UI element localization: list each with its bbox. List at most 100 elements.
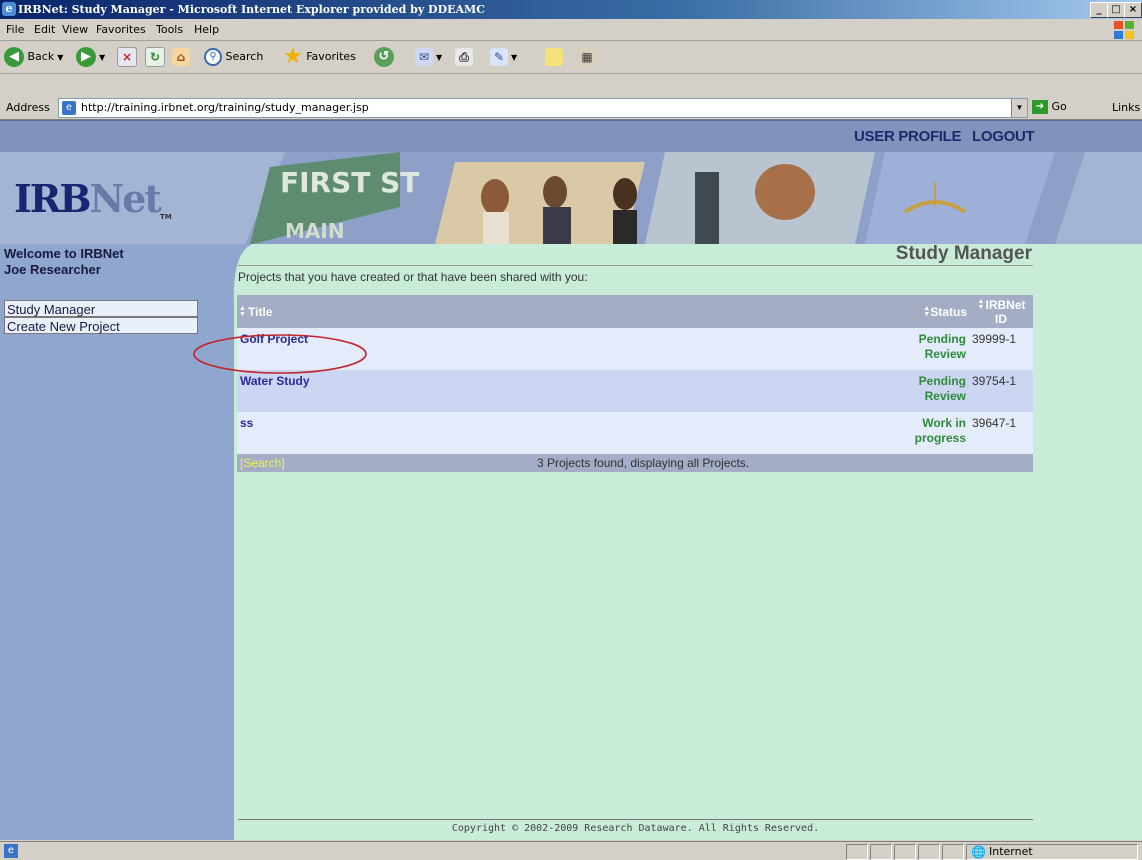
address-bar: Address e http://training.irbnet.org/tra…: [0, 97, 1142, 120]
zone-panel: 🌐 Internet: [966, 844, 1138, 860]
notes-icon: [545, 48, 563, 66]
windows-logo-icon: [1114, 21, 1136, 39]
projects-table: ▲ ▼ Title ▲ ▼Status ▲ ▼IRBNet ID Golf Projec…: [237, 295, 1033, 472]
favorites-label: Favorites: [306, 50, 356, 63]
table-row[interactable]: Water Study Pending Review 39754-1: [237, 370, 1033, 412]
go-label: Go: [1051, 100, 1067, 113]
address-input[interactable]: e http://training.irbnet.org/training/st…: [58, 98, 1028, 118]
satellite-photo: [865, 152, 1055, 244]
close-button[interactable]: ×: [1124, 2, 1142, 18]
page-title: Study Manager: [895, 243, 1032, 264]
back-arrow-icon: ◀: [4, 47, 24, 67]
search-label: Search: [225, 50, 264, 63]
forward-arrow-icon: ▶: [76, 47, 96, 67]
page-viewport: USER PROFILE LOGOUT IRBNetTM FIRST ST MA…: [0, 120, 1142, 840]
column-irbnet-id[interactable]: ▲ ▼IRBNet ID: [969, 295, 1033, 328]
table-row[interactable]: ss Work in progress 39647-1: [237, 412, 1033, 454]
status-bar: e 🌐 Internet: [0, 841, 1142, 860]
user-profile-link[interactable]: USER PROFILE: [854, 128, 962, 145]
project-id: 39999-1: [969, 328, 1033, 370]
edit-button[interactable]: ✎ ▼: [490, 45, 517, 69]
page-icon: e: [62, 101, 76, 115]
toolbar: ◀ Back ▼ ▶ ▼ × ↻ ⌂ ⚲ Search ★ Favorites ↺ …: [0, 41, 1142, 74]
stop-icon: ×: [117, 47, 137, 67]
print-icon: ⎙: [455, 48, 473, 66]
mail-icon: ✉: [415, 48, 433, 66]
header-banner: IRBNetTM FIRST ST MAIN: [0, 152, 1142, 244]
column-title[interactable]: ▲ ▼ Title: [237, 295, 903, 328]
minimize-button[interactable]: _: [1090, 2, 1108, 18]
history-button[interactable]: ↺: [374, 45, 394, 69]
edit-page-icon: ✎: [490, 48, 508, 66]
go-button[interactable]: ➔ Go: [1032, 98, 1067, 116]
irbnet-logo: IRBNetTM: [14, 176, 172, 221]
project-status: Pending Review: [903, 370, 969, 412]
page-status-icon: e: [4, 844, 18, 858]
footer-divider: [238, 819, 1033, 820]
globe-icon: 🌐: [971, 845, 986, 859]
address-url: http://training.irbnet.org/training/stud…: [81, 101, 369, 114]
welcome-text: Welcome to IRBNet: [4, 246, 124, 261]
project-id: 39754-1: [969, 370, 1033, 412]
star-icon: ★: [283, 44, 303, 69]
address-dropdown-icon[interactable]: ▼: [1011, 99, 1027, 117]
maximize-button[interactable]: □: [1107, 2, 1125, 18]
banner-photo-strip: FIRST ST MAIN: [245, 152, 1085, 244]
window-title: IRBNet: Study Manager - Microsoft Intern…: [18, 3, 485, 16]
ie-icon: e: [2, 2, 16, 16]
project-title-link[interactable]: ss: [237, 412, 903, 454]
home-button[interactable]: ⌂: [172, 45, 190, 69]
zone-label: Internet: [989, 845, 1033, 858]
svg-text:FIRST ST: FIRST ST: [280, 166, 419, 199]
favorites-button[interactable]: ★ Favorites: [283, 45, 356, 69]
menu-view[interactable]: View: [62, 23, 88, 36]
notes-button[interactable]: [545, 45, 563, 69]
print-button[interactable]: ⎙: [455, 45, 473, 69]
sort-icon: ▲ ▼: [239, 305, 246, 319]
research-button[interactable]: ▦: [578, 45, 596, 69]
table-header-row: ▲ ▼ Title ▲ ▼Status ▲ ▼IRBNet ID: [237, 295, 1033, 328]
back-button[interactable]: ◀ Back ▼: [4, 45, 63, 69]
sidebar: Welcome to IRBNet Joe Researcher Study M…: [0, 244, 212, 840]
address-label: Address: [6, 101, 50, 114]
menu-file[interactable]: File: [6, 23, 24, 36]
window-titlebar: e IRBNet: Study Manager - Microsoft Inte…: [0, 0, 1142, 19]
sort-icon: ▲ ▼: [923, 305, 931, 319]
results-summary: 3 Projects found, displaying all Project…: [537, 456, 750, 470]
history-icon: ↺: [374, 47, 394, 67]
menu-bar: File Edit View Favorites Tools Help: [0, 20, 1142, 41]
back-label: Back: [27, 50, 55, 63]
sidebar-item-study-manager[interactable]: Study Manager: [4, 300, 198, 317]
stop-button[interactable]: ×: [117, 45, 137, 69]
logout-link[interactable]: LOGOUT: [972, 128, 1035, 145]
search-link[interactable]: [Search]: [240, 456, 285, 470]
search-icon: ⚲: [204, 48, 222, 66]
top-nav: USER PROFILE LOGOUT: [0, 120, 1142, 152]
search-button[interactable]: ⚲ Search: [204, 45, 263, 69]
mail-button[interactable]: ✉ ▼: [415, 45, 442, 69]
menu-tools[interactable]: Tools: [156, 23, 183, 36]
project-status: Pending Review: [903, 328, 969, 370]
table-footer-row: [Search] 3 Projects found, displaying al…: [237, 454, 1033, 472]
research-icon: ▦: [578, 48, 596, 66]
copyright-text: Copyright © 2002-2009 Research Dataware.…: [451, 823, 820, 834]
annotation-circle: [193, 334, 367, 374]
project-id: 39647-1: [969, 412, 1033, 454]
go-arrow-icon: ➔: [1032, 100, 1048, 114]
user-name: Joe Researcher: [4, 262, 101, 277]
project-status: Work in progress: [903, 412, 969, 454]
menu-edit[interactable]: Edit: [34, 23, 55, 36]
intro-text: Projects that you have created or that h…: [238, 270, 588, 284]
sidebar-item-create-new-project[interactable]: Create New Project: [4, 317, 198, 334]
home-icon: ⌂: [172, 48, 190, 66]
forward-button[interactable]: ▶ ▼: [76, 45, 105, 69]
menu-help[interactable]: Help: [194, 23, 219, 36]
title-divider: [238, 265, 1033, 266]
refresh-icon: ↻: [145, 47, 165, 67]
svg-text:MAIN: MAIN: [285, 219, 345, 243]
refresh-button[interactable]: ↻: [145, 45, 165, 69]
column-status[interactable]: ▲ ▼Status: [903, 295, 969, 328]
menu-favorites[interactable]: Favorites: [96, 23, 146, 36]
project-title-link[interactable]: Water Study: [237, 370, 903, 412]
links-button[interactable]: Links: [1112, 101, 1140, 114]
